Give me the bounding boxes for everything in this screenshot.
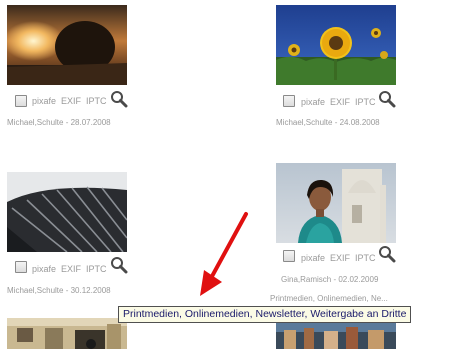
iptc-link-3[interactable]: IPTC xyxy=(86,264,107,274)
pixafe-link-4[interactable]: pixafe xyxy=(301,253,325,263)
photo-caption-4: Gina,Ramisch - 02.02.2009 xyxy=(281,275,379,284)
exif-link-4[interactable]: EXIF xyxy=(330,253,350,263)
magnifier-icon[interactable] xyxy=(378,245,396,263)
magnifier-icon[interactable] xyxy=(110,256,128,274)
exif-link-2[interactable]: EXIF xyxy=(330,97,350,107)
pixafe-link-3[interactable]: pixafe xyxy=(32,264,56,274)
pixafe-link-2[interactable]: pixafe xyxy=(301,97,325,107)
iptc-link-2[interactable]: IPTC xyxy=(355,97,376,107)
photo-caption-2: Michael,Schulte - 24.08.2008 xyxy=(276,118,380,127)
select-checkbox-1[interactable] xyxy=(15,95,27,107)
photo-thumbnail-2[interactable] xyxy=(276,5,396,85)
photo-thumbnail-1[interactable] xyxy=(7,5,127,85)
magnifier-icon[interactable] xyxy=(110,90,128,108)
photo-thumbnail-3[interactable] xyxy=(7,172,127,252)
usage-rights-text[interactable]: Printmedien, Onlinemedien, Ne... xyxy=(270,294,388,303)
select-checkbox-4[interactable] xyxy=(283,250,295,262)
photo-caption-3: Michael,Schulte - 30.12.2008 xyxy=(7,286,111,295)
exif-link-1[interactable]: EXIF xyxy=(61,96,81,106)
photo-thumbnail-6[interactable] xyxy=(276,322,396,349)
photo-caption-1: Michael,Schulte - 28.07.2008 xyxy=(7,118,111,127)
select-checkbox-3[interactable] xyxy=(15,261,27,273)
magnifier-icon[interactable] xyxy=(378,90,396,108)
iptc-link-4[interactable]: IPTC xyxy=(355,253,376,263)
photo-thumbnail-5[interactable] xyxy=(7,318,127,349)
select-checkbox-2[interactable] xyxy=(283,95,295,107)
photo-thumbnail-4[interactable] xyxy=(276,163,396,243)
red-arrow-annotation xyxy=(200,212,248,296)
iptc-link-1[interactable]: IPTC xyxy=(86,96,107,106)
pixafe-link-1[interactable]: pixafe xyxy=(32,96,56,106)
exif-link-3[interactable]: EXIF xyxy=(61,264,81,274)
usage-rights-tooltip: Printmedien, Onlinemedien, Newsletter, W… xyxy=(118,306,412,323)
